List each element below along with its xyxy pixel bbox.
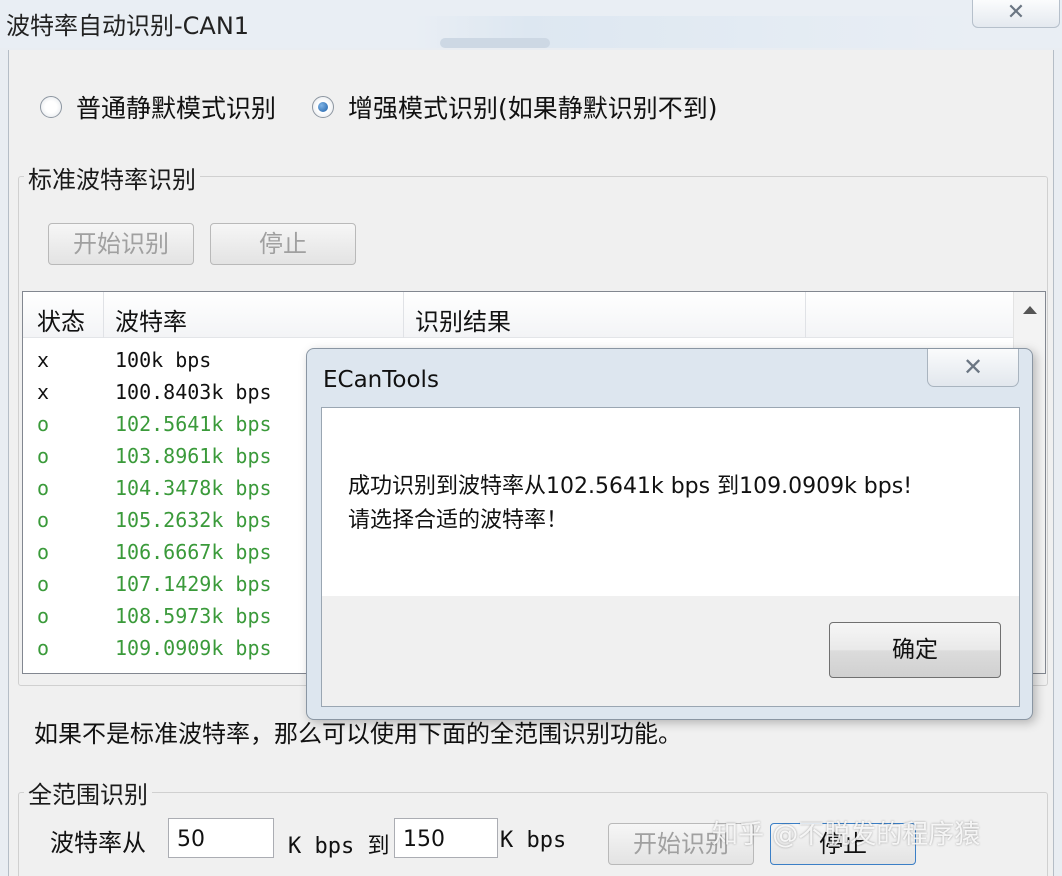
row-status: o xyxy=(37,572,50,596)
dialog-body: 成功识别到波特率从102.5641k bps 到109.0909k bps! 请… xyxy=(321,407,1020,707)
column-divider xyxy=(103,292,104,338)
scroll-up-arrow-icon[interactable] xyxy=(1023,306,1037,314)
dialog-ok-button[interactable]: 确定 xyxy=(829,622,1001,678)
row-status: o xyxy=(37,540,50,564)
row-status: o xyxy=(37,508,50,532)
column-header-result[interactable]: 识别结果 xyxy=(415,302,511,337)
row-baud: 100.8403k bps xyxy=(115,380,272,404)
baud-to-input[interactable]: 150 xyxy=(394,818,498,858)
row-baud: 106.6667k bps xyxy=(115,540,272,564)
radio-enhanced-indicator[interactable] xyxy=(312,96,335,118)
dialog-message-line-1: 成功识别到波特率从102.5641k bps 到109.0909k bps! xyxy=(348,474,913,499)
radio-enhanced-label: 增强模式识别(如果静默识别不到) xyxy=(348,94,718,123)
list-header: 状态 波特率 识别结果 xyxy=(23,292,1013,338)
row-baud: 108.5973k bps xyxy=(115,604,272,628)
column-header-status[interactable]: 状态 xyxy=(37,302,85,337)
row-status: x xyxy=(37,348,50,372)
zhihu-watermark: 知乎 @不脱发的程序猿 xyxy=(712,820,981,850)
mode-radio-group: 普通静默模式识别 增强模式识别(如果静默识别不到) xyxy=(40,91,754,123)
row-status: o xyxy=(37,444,50,468)
full-range-group-label: 全范围识别 xyxy=(24,775,152,810)
row-baud: 102.5641k bps xyxy=(115,412,272,436)
window-title: 波特率自动识别-CAN1 xyxy=(6,12,250,40)
baud-from-label: 波特率从 xyxy=(50,829,146,857)
row-status: o xyxy=(37,636,50,660)
row-baud: 109.0909k bps xyxy=(115,636,272,660)
standard-start-button[interactable]: 开始识别 xyxy=(48,223,194,265)
row-baud: 107.1429k bps xyxy=(115,572,272,596)
radio-enhanced[interactable]: 增强模式识别(如果静默识别不到) xyxy=(312,89,718,125)
baud-to-label: K bps 到 xyxy=(288,834,390,859)
column-header-baud[interactable]: 波特率 xyxy=(115,302,187,337)
dialog-message-area: 成功识别到波特率从102.5641k bps 到109.0909k bps! 请… xyxy=(322,408,1019,596)
blurred-text xyxy=(440,38,550,48)
radio-normal-silent-label: 普通静默模式识别 xyxy=(76,94,277,123)
ecantools-message-dialog: ECanTools ✕ 成功识别到波特率从102.5641k bps 到109.… xyxy=(306,348,1033,720)
row-status: o xyxy=(37,604,50,628)
dialog-message-line-2: 请选择合适的波特率！ xyxy=(348,508,569,533)
column-divider xyxy=(805,292,806,338)
row-baud: 105.2632k bps xyxy=(115,508,272,532)
baud-from-input[interactable]: 50 xyxy=(168,818,274,858)
row-status: x xyxy=(37,380,50,404)
dialog-close-button[interactable]: ✕ xyxy=(927,349,1019,387)
row-baud: 100k bps xyxy=(115,348,212,372)
row-status: o xyxy=(37,476,50,500)
row-baud: 103.8961k bps xyxy=(115,444,272,468)
radio-normal-silent[interactable]: 普通静默模式识别 xyxy=(40,89,276,125)
dialog-title: ECanTools xyxy=(323,367,439,393)
baud-unit-label: K bps xyxy=(500,828,567,853)
blurred-background xyxy=(415,16,975,48)
window-close-button[interactable]: ✕ xyxy=(972,0,1060,28)
radio-normal-silent-indicator[interactable] xyxy=(40,96,62,118)
standard-stop-button[interactable]: 停止 xyxy=(210,223,356,265)
column-divider xyxy=(403,292,404,338)
dialog-message: 成功识别到波特率从102.5641k bps 到109.0909k bps! 请… xyxy=(348,470,912,538)
row-status: o xyxy=(37,412,50,436)
row-baud: 104.3478k bps xyxy=(115,476,272,500)
title-bar: 波特率自动识别-CAN1 ✕ xyxy=(0,0,1062,48)
standard-baud-group-label: 标准波特率识别 xyxy=(24,160,200,195)
